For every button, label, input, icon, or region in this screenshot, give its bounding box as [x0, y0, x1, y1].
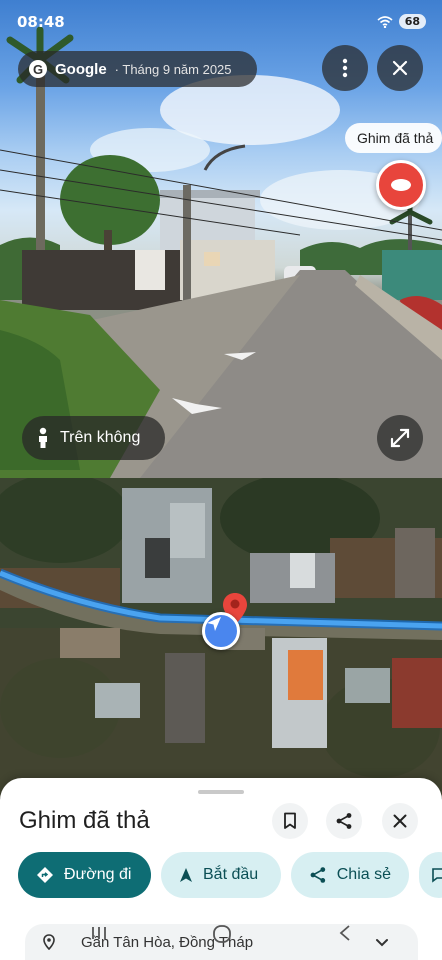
- directions-label: Đường đi: [64, 866, 132, 883]
- sheet-title: Ghim đã thả: [19, 807, 150, 834]
- save-button[interactable]: [272, 803, 308, 839]
- start-button[interactable]: Bắt đầu: [161, 852, 281, 898]
- share-icon-button[interactable]: [326, 803, 362, 839]
- status-time: 08:48: [17, 13, 65, 31]
- navigation-icon: [180, 868, 192, 882]
- street-view-source-chip[interactable]: G Google · Tháng 9 năm 2025: [18, 51, 257, 87]
- status-icons: 68: [377, 14, 426, 29]
- more-options-button[interactable]: [322, 45, 368, 91]
- street-view-panel[interactable]: 08:48 68 G Google · Tháng 9 năm 2025 Ghi…: [0, 0, 442, 478]
- recent-apps-icon[interactable]: [90, 924, 108, 942]
- current-location-icon[interactable]: [202, 612, 240, 650]
- wifi-icon: [377, 15, 393, 28]
- aerial-view-label: Trên không: [60, 429, 141, 446]
- message-icon: [432, 868, 442, 883]
- directions-button[interactable]: Đường đi: [18, 852, 151, 898]
- bookmark-icon: [284, 812, 296, 829]
- share-icon: [336, 813, 352, 829]
- pin-dot: [391, 179, 411, 191]
- dropped-pin-label: Ghim đã thả: [345, 123, 442, 153]
- status-bar: 08:48 68: [0, 0, 442, 44]
- close-icon: [392, 60, 408, 76]
- close-icon: [393, 814, 407, 828]
- satellite-map[interactable]: [0, 478, 442, 798]
- provider-name: Google: [55, 60, 107, 78]
- pegman-icon: [39, 427, 47, 448]
- share-icon: [310, 867, 326, 883]
- share-button[interactable]: Chia sẻ: [291, 852, 409, 898]
- home-icon[interactable]: [212, 924, 232, 944]
- more-actions-chip[interactable]: [419, 852, 442, 898]
- share-label: Chia sẻ: [336, 866, 391, 883]
- directions-icon: [37, 867, 53, 883]
- start-label: Bắt đầu: [203, 866, 259, 883]
- fullscreen-expand-icon: [390, 428, 410, 448]
- more-vert-icon: [342, 58, 348, 78]
- aerial-view-button[interactable]: Trên không: [22, 416, 165, 460]
- google-g-icon: G: [29, 60, 47, 78]
- navigation-arrow-icon: [207, 617, 221, 631]
- capture-date: · Tháng 9 năm 2025: [114, 61, 232, 77]
- expand-button[interactable]: [377, 415, 423, 461]
- sheet-drag-handle[interactable]: [198, 790, 244, 794]
- close-street-view-button[interactable]: [377, 45, 423, 91]
- battery-indicator: 68: [398, 14, 426, 29]
- back-icon[interactable]: [338, 924, 352, 942]
- system-navigation-bar: [0, 920, 442, 960]
- action-chip-row: Đường đi Bắt đầu Chia sẻ: [18, 852, 442, 898]
- close-sheet-button[interactable]: [382, 803, 418, 839]
- dropped-pin-marker[interactable]: [376, 160, 426, 210]
